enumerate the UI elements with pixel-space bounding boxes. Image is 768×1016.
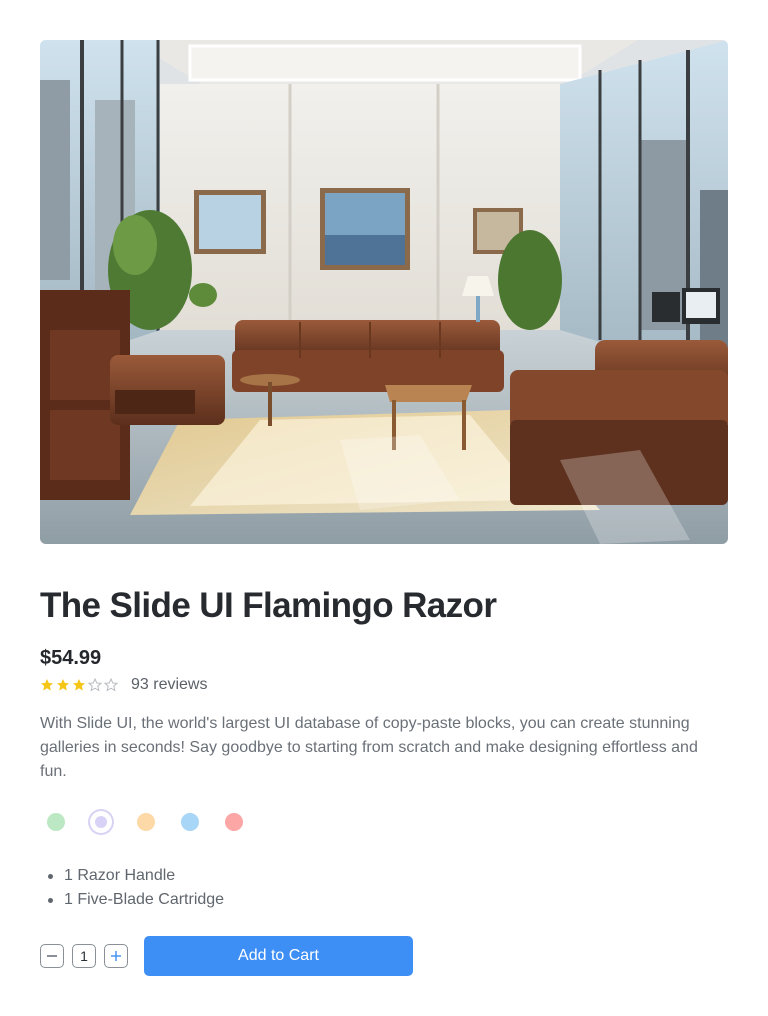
- star-filled-icon: [40, 678, 54, 692]
- product-image: [40, 40, 728, 544]
- product-page: The Slide UI Flamingo Razor $54.99 93 re…: [0, 0, 768, 1016]
- star-empty-icon: [88, 678, 102, 692]
- reviews-link[interactable]: 93 reviews: [131, 675, 207, 695]
- star-filled-icon: [56, 678, 70, 692]
- star-filled-icon: [72, 678, 86, 692]
- star-empty-icon: [104, 678, 118, 692]
- color-swatch-dot: [47, 813, 65, 831]
- increase-quantity-button[interactable]: [104, 944, 128, 968]
- color-swatch-dot: [225, 813, 243, 831]
- quantity-stepper: 1: [40, 944, 128, 968]
- color-swatch[interactable]: [222, 810, 246, 834]
- quantity-input[interactable]: 1: [72, 944, 96, 968]
- add-to-cart-button[interactable]: Add to Cart: [144, 936, 413, 976]
- color-swatch-dot: [181, 813, 199, 831]
- star-rating: [40, 678, 118, 692]
- product-features-list: 1 Razor Handle 1 Five-Blade Cartridge: [48, 864, 224, 912]
- color-swatch[interactable]: [134, 810, 158, 834]
- product-price: $54.99: [40, 647, 102, 669]
- color-swatch[interactable]: [178, 810, 202, 834]
- color-swatch[interactable]: [88, 809, 114, 835]
- feature-item: 1 Five-Blade Cartridge: [48, 888, 224, 912]
- color-swatch[interactable]: [44, 810, 68, 834]
- product-rating: 93 reviews: [40, 674, 207, 696]
- color-selector: [44, 810, 246, 835]
- plus-icon: [111, 951, 121, 961]
- product-description: With Slide UI, the world's largest UI da…: [40, 715, 698, 780]
- color-swatch-dot: [95, 816, 107, 828]
- color-swatch-dot: [137, 813, 155, 831]
- decrease-quantity-button[interactable]: [40, 944, 64, 968]
- feature-item: 1 Razor Handle: [48, 864, 224, 888]
- minus-icon: [47, 955, 57, 957]
- product-title: The Slide UI Flamingo Razor: [40, 586, 497, 625]
